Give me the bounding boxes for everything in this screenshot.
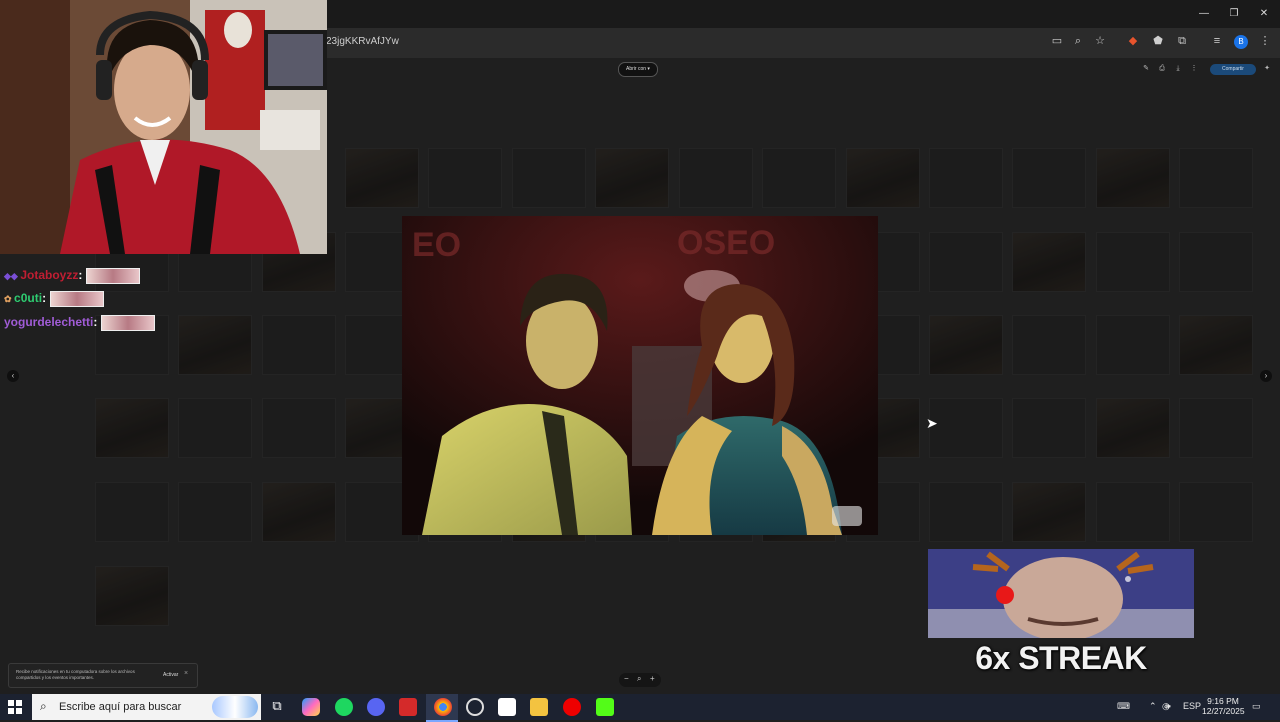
discord-icon[interactable] [367, 698, 385, 716]
svg-text:EO: EO [412, 226, 461, 264]
zoom-in-button[interactable]: + [650, 674, 655, 683]
clock-date: 12/27/2025 [1202, 706, 1245, 716]
chat-emote-image [86, 268, 141, 284]
zoom-out-button[interactable]: − [624, 674, 629, 683]
chat-message: ◆◆ Jotaboyzz: [4, 268, 141, 288]
windows-logo [8, 700, 22, 714]
url-text[interactable]: 23jgKKRvAfJYw [326, 36, 399, 47]
streak-image [928, 549, 1194, 638]
notification-close-icon[interactable]: × [184, 670, 188, 677]
menu-dots-icon[interactable]: ⋮ [1258, 34, 1272, 48]
share-button[interactable]: Compartir [1210, 64, 1256, 75]
language-indicator[interactable]: ESP [1183, 701, 1201, 711]
webcam-illustration [0, 0, 327, 254]
opera-icon[interactable] [563, 698, 581, 716]
search-icon: ⌕ [40, 699, 47, 713]
copilot-icon[interactable] [302, 698, 320, 716]
extension-icon[interactable]: ⬟ [1151, 34, 1165, 48]
zoom-controls: − ⌕ + [619, 673, 661, 687]
search-placeholder: Escribe aquí para buscar [59, 701, 182, 713]
spotify-icon[interactable] [335, 698, 353, 716]
download-icon[interactable]: ⤓ [1173, 64, 1183, 74]
edit-icon[interactable]: ✎ [1141, 64, 1151, 74]
print-icon[interactable]: ⎙ [1157, 64, 1167, 74]
open-with-button[interactable]: Abrir con ▾ [618, 62, 658, 77]
svg-text:OSEO: OSEO [677, 224, 775, 262]
streak-illustration [928, 549, 1194, 638]
zoom-icon[interactable]: ⌕ [1071, 34, 1085, 48]
chat-message: ✿ c0uti: [4, 291, 105, 311]
chrome-icon[interactable] [434, 698, 452, 716]
chat-badge-icon: ◆◆ [4, 271, 21, 282]
photo-illustration: EO OSEO [402, 216, 878, 535]
mouse-cursor-icon: ➤ [926, 415, 938, 431]
main-photo: EO OSEO [402, 216, 878, 535]
capcut-icon[interactable] [498, 698, 516, 716]
chevron-up-icon[interactable]: ⌃ [1149, 701, 1157, 712]
next-arrow-icon[interactable]: › [1260, 370, 1272, 382]
media-icon[interactable]: ≡ [1210, 34, 1224, 48]
keyboard-icon[interactable]: ⌨ [1117, 701, 1130, 712]
chat-emote-image [101, 315, 156, 331]
account-avatar[interactable]: B [1234, 35, 1248, 49]
clock-time: 9:16 PM [1207, 696, 1239, 706]
volume-icon[interactable]: 🕪 [1165, 701, 1171, 712]
voicemeeter-icon[interactable] [399, 698, 417, 716]
chat-message: yogurdelechetti: [4, 315, 156, 335]
notification-banner: Recibe notificaciones en tu computadora … [8, 663, 198, 688]
chat-separator: : [93, 315, 98, 330]
puzzle-icon[interactable]: ⧉ [1175, 34, 1189, 48]
obs-icon[interactable] [466, 698, 484, 716]
task-view-icon[interactable]: ⧉ [268, 698, 286, 716]
notifications-icon[interactable]: ▭ [1252, 701, 1261, 712]
clock[interactable]: 9:16 PM 12/27/2025 [1202, 696, 1245, 716]
notification-activate-button[interactable]: Activar [163, 672, 178, 678]
chat-username[interactable]: c0uti [14, 291, 42, 305]
chat-separator: : [78, 268, 83, 283]
taskbar-search-input[interactable]: ⌕ Escribe aquí para buscar [32, 694, 261, 720]
chat-username[interactable]: Jotaboyzz [20, 268, 78, 282]
more-icon[interactable]: ⋮ [1189, 64, 1199, 74]
chat-separator: : [42, 291, 47, 306]
zoom-search-icon[interactable]: ⌕ [637, 674, 641, 684]
webcam-overlay [0, 0, 327, 254]
extension-fox-icon[interactable]: ◆ [1126, 34, 1140, 48]
restore-icon[interactable]: ❐ [1224, 6, 1244, 22]
cast-icon[interactable]: ▭ [1050, 34, 1064, 48]
search-highlight-image [212, 696, 258, 718]
minimize-icon[interactable]: — [1194, 6, 1214, 22]
chat-overlay: ◆◆ Jotaboyzz: ✿ c0uti: yogurdelechetti: [0, 252, 170, 332]
notification-text: Recibe notificaciones en tu computadora … [16, 669, 135, 680]
file-explorer-icon[interactable] [530, 698, 548, 716]
previous-arrow-icon[interactable]: ‹ [7, 370, 19, 382]
streak-label: 6x STREAK [975, 640, 1147, 676]
bookmark-star-icon[interactable]: ☆ [1093, 34, 1107, 48]
chat-badge-icon: ✿ [4, 294, 15, 305]
chat-emote-image [50, 291, 105, 307]
chat-username[interactable]: yogurdelechetti [4, 315, 93, 329]
add-icon[interactable]: ✦ [1262, 64, 1272, 74]
open-with-label: Abrir con [626, 66, 647, 72]
share-label: Compartir [1222, 66, 1244, 72]
windows-start-icon[interactable] [8, 700, 22, 714]
kick-icon[interactable] [596, 698, 614, 716]
close-icon[interactable]: ✕ [1254, 6, 1274, 22]
